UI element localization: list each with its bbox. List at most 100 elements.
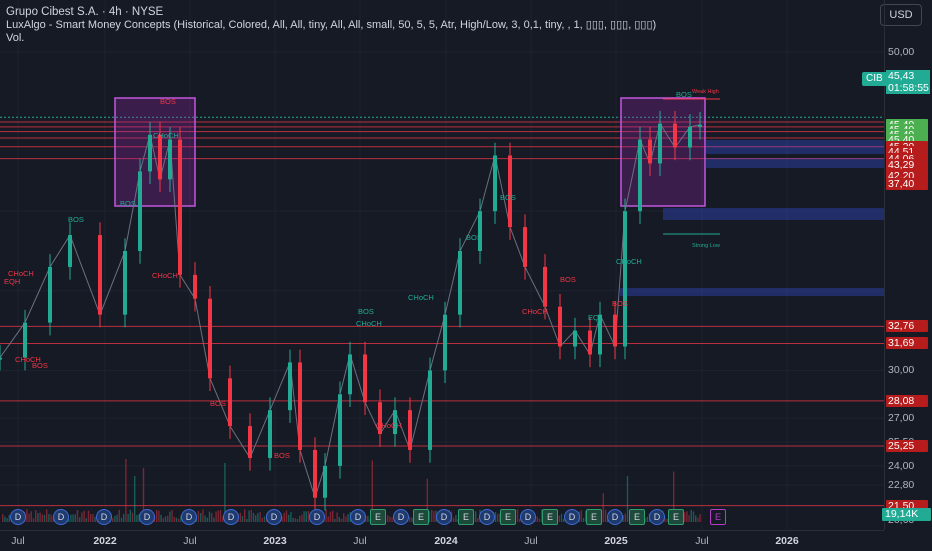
candle-body <box>298 362 302 450</box>
volume-bar <box>164 516 167 522</box>
volume-bar <box>536 516 538 522</box>
volume-bar <box>389 516 391 522</box>
volume-bar <box>582 517 585 522</box>
dividend-event-icon[interactable]: D <box>181 509 197 525</box>
volume-bar <box>46 509 48 522</box>
volume-bar <box>50 514 52 522</box>
earnings-event-icon[interactable]: E <box>458 509 474 525</box>
volume-bar <box>684 512 686 522</box>
indicator-label[interactable]: LuxAlgo - Smart Money Concepts (Historic… <box>6 19 656 32</box>
earnings-event-icon[interactable]: E <box>629 509 645 525</box>
order-block <box>705 158 885 168</box>
price-chart[interactable]: CHoCH EQH CHoCH BOS BOS CHoCH BOS BOS CHoCH BOS BO… <box>0 0 932 550</box>
dividend-event-icon[interactable]: D <box>96 509 112 525</box>
dividend-event-icon[interactable]: D <box>479 509 495 525</box>
candle-body <box>558 306 562 347</box>
candle-body <box>658 123 662 164</box>
dividend-event-icon[interactable]: D <box>309 509 325 525</box>
candle-body <box>623 211 627 347</box>
candle-body <box>363 354 367 403</box>
volume-bar <box>343 513 345 522</box>
dividend-event-icon[interactable]: D <box>350 509 366 525</box>
volume-bar <box>329 511 332 522</box>
volume-bar <box>76 510 79 522</box>
volume-bar <box>81 512 83 522</box>
time-tick-label: 2023 <box>263 535 287 547</box>
volume-bar <box>211 512 213 522</box>
candle-body <box>248 426 252 458</box>
time-tick-label: 2026 <box>775 535 799 547</box>
volume-bar <box>118 509 120 522</box>
earnings-event-icon[interactable]: E <box>370 509 386 525</box>
symbol-title[interactable]: Grupo Cibest S.A. · 4h · NYSE <box>6 6 656 19</box>
earnings-event-icon[interactable]: E <box>710 509 726 525</box>
candle-body <box>48 266 52 323</box>
candle-body <box>428 370 432 450</box>
volume-bar <box>79 517 81 522</box>
dividend-event-icon[interactable]: D <box>10 509 26 525</box>
time-tick-label: Jul <box>353 535 367 547</box>
volume-bar <box>120 517 123 522</box>
candle-body <box>98 235 102 315</box>
structure-label: EQH <box>4 277 20 286</box>
time-tick-label: 2025 <box>604 535 628 547</box>
price-tick-label: 50,00 <box>888 46 915 58</box>
dividend-event-icon[interactable]: D <box>393 509 409 525</box>
volume-bar <box>288 514 290 522</box>
candle-body <box>493 155 497 212</box>
candle-body <box>123 250 127 315</box>
volume-bar <box>301 514 303 522</box>
structure-label: BOS <box>32 361 48 370</box>
volume-bar <box>347 514 349 522</box>
candle-body <box>478 211 482 251</box>
earnings-event-icon[interactable]: E <box>542 509 558 525</box>
volume-bar <box>123 514 125 522</box>
currency-button[interactable]: USD <box>880 4 922 26</box>
candle-body <box>408 410 412 450</box>
dividend-event-icon[interactable]: D <box>520 509 536 525</box>
dividend-event-icon[interactable]: D <box>223 509 239 525</box>
candle-body <box>688 126 692 148</box>
volume-bar <box>327 516 329 522</box>
volume-bar <box>338 517 340 522</box>
earnings-event-icon[interactable]: E <box>668 509 684 525</box>
chart-legend: Grupo Cibest S.A. · 4h · NYSE LuxAlgo - … <box>6 6 656 45</box>
dividend-event-icon[interactable]: D <box>139 509 155 525</box>
candle-body <box>313 449 317 498</box>
volume-bar <box>560 513 563 522</box>
volume-bar <box>131 512 134 522</box>
symbol-badge: CIB <box>862 72 887 86</box>
candle-body <box>508 155 512 228</box>
candle-body <box>288 362 292 411</box>
dividend-event-icon[interactable]: D <box>564 509 580 525</box>
volume-bar <box>325 509 327 522</box>
dividend-event-icon[interactable]: D <box>266 509 282 525</box>
dividend-event-icon[interactable]: D <box>53 509 69 525</box>
volume-bar <box>116 514 118 522</box>
volume-bar <box>197 511 200 522</box>
volume-bar <box>453 517 455 522</box>
volume-bar <box>156 509 158 522</box>
structure-label: CHoCH <box>152 271 178 280</box>
candle-body <box>168 139 172 180</box>
volume-bar <box>255 515 257 522</box>
time-tick-label: 2022 <box>93 535 117 547</box>
volume-indicator-label[interactable]: Vol. <box>6 32 656 45</box>
price-level-tag: 25,25 <box>886 439 928 452</box>
dividend-event-icon[interactable]: D <box>607 509 623 525</box>
volume-bar <box>283 512 285 522</box>
volume-bar <box>296 518 299 522</box>
volume-bar <box>690 509 692 522</box>
earnings-event-icon[interactable]: E <box>586 509 602 525</box>
earnings-event-icon[interactable]: E <box>500 509 516 525</box>
volume-bar <box>215 511 217 522</box>
price-level-tag: 32,76 <box>886 320 928 333</box>
dividend-event-icon[interactable]: D <box>436 509 452 525</box>
chart-area[interactable]: CHoCH EQH CHoCH BOS BOS CHoCH BOS BOS CHoCH BOS BO… <box>0 0 932 550</box>
volume-bar <box>219 510 222 522</box>
earnings-event-icon[interactable]: E <box>413 509 429 525</box>
volume-bar <box>167 515 169 522</box>
dividend-event-icon[interactable]: D <box>649 509 665 525</box>
volume-bar <box>72 514 74 522</box>
volume-bar <box>206 517 208 522</box>
